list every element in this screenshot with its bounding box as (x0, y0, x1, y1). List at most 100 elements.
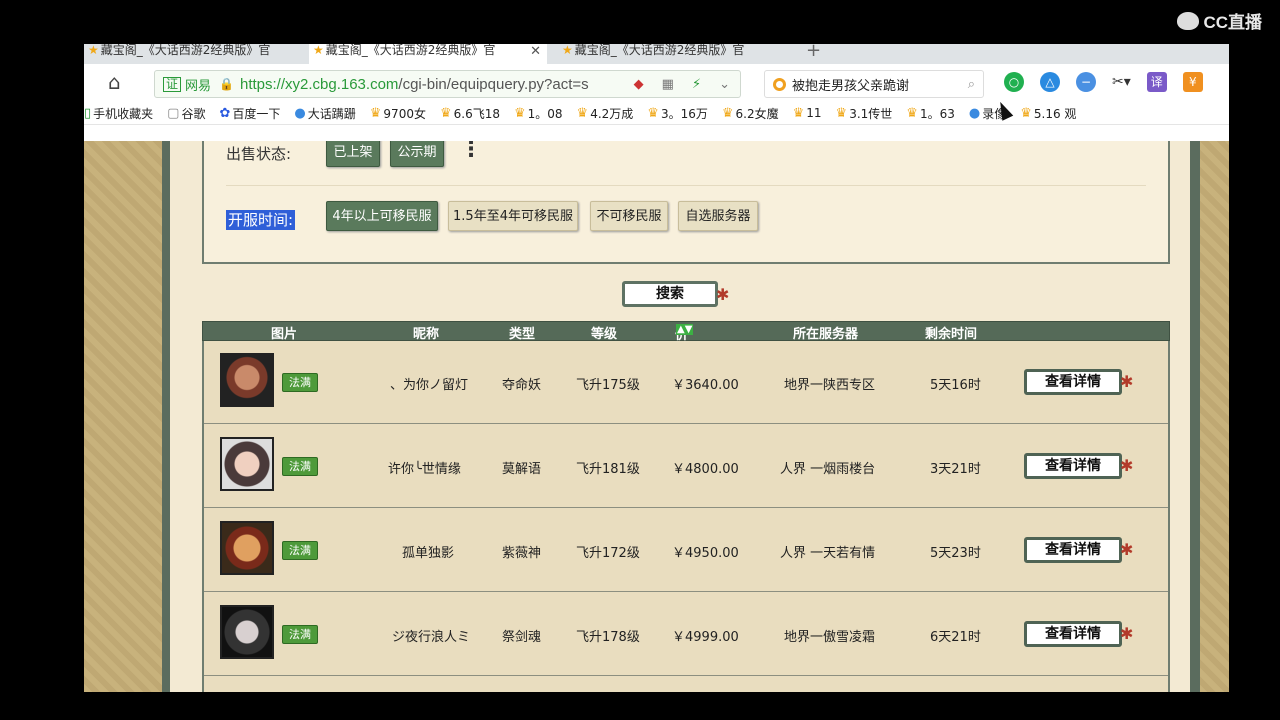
avatar[interactable] (220, 521, 274, 575)
row-remain: 3天21时 (930, 462, 981, 477)
tab-2[interactable]: ★ 藏宝阁_《大话西游2经典版》官 ✕ (309, 44, 547, 64)
filter-no-migrate-button[interactable]: 不可移民服 (590, 201, 668, 231)
more-options-icon[interactable]: ⋮ (460, 141, 482, 162)
view-details-button[interactable]: 查看详情 (1024, 621, 1122, 647)
tassel-icon: ✱ (1120, 624, 1134, 643)
new-tab-icon[interactable]: + (806, 44, 821, 61)
tab-label: 藏宝阁_《大话西游2经典版》官 (100, 44, 271, 57)
home-icon[interactable]: ⌂ (108, 72, 128, 92)
cert-badge: 证 (163, 76, 182, 92)
row-server: 地界一陕西专区 (784, 378, 876, 393)
url-bar[interactable]: 证 网易 🔒 https://xy2.cbg.163.com/cgi-bin/e… (154, 70, 741, 98)
header-nick: 昵称 (413, 327, 440, 342)
url-actions: ◆ ▦ ⚡ ⌄ (634, 77, 740, 92)
filter-4yr-button[interactable]: 4年以上可移民服 (326, 201, 438, 231)
row-nick: 、为你ノ留灯 (390, 378, 469, 393)
shield-icon[interactable]: ◆ (634, 77, 644, 92)
cc-live-logo: CC直播 (1177, 8, 1262, 33)
view-details-button[interactable]: 查看详情 (1024, 369, 1122, 395)
filter-listed-button[interactable]: 已上架 (326, 141, 380, 167)
row-remain: 5天16时 (930, 378, 981, 393)
page-icon: ▢ (167, 105, 180, 121)
bookmark-item[interactable]: ♛ 1。63 (906, 105, 955, 122)
lock-icon: 🔒 (219, 77, 234, 91)
view-details-button[interactable]: 查看详情 (1024, 453, 1122, 479)
filter-preview-button[interactable]: 公示期 (390, 141, 444, 167)
filter-1-5-4yr-button[interactable]: 1.5年至4年可移民服 (448, 201, 578, 231)
browser-window: ★ 藏宝阁_《大话西游2经典版》官 ★ 藏宝阁_《大话西游2经典版》官 ✕ ★ 藏宝阁_… (84, 44, 1229, 692)
header-pic: 图片 (271, 327, 298, 342)
row-level: 飞升178级 (576, 630, 640, 645)
tab-3[interactable]: ★ 藏宝阁_《大话西游2经典版》官 (558, 44, 796, 64)
open-time-label: 开服时间: (226, 209, 296, 230)
tassel-icon: ✱ (716, 285, 730, 304)
row-server: 人界 一烟雨楼台 (780, 462, 876, 477)
search-input[interactable]: 被抱走男孩父亲跪谢 (792, 75, 909, 94)
bookmark-item[interactable]: ▯ 手机收藏夹 (84, 105, 153, 122)
sort-arrows-icon[interactable]: ▲▼ (676, 324, 694, 335)
search-box[interactable]: 被抱走男孩父亲跪谢 ⌕ (764, 70, 984, 98)
table-row: 法满 许你╰世情缘 莫解语 飞升181级 ￥4800.00 人界 一烟雨楼台 3… (204, 425, 1168, 508)
scissors-icon[interactable]: ✂▾ (1112, 74, 1131, 90)
bookmark-item[interactable]: ♛ 3.1传世 (836, 105, 893, 122)
row-server: 人界 一天若有情 (780, 546, 876, 561)
minus-ext-icon[interactable]: − (1076, 72, 1096, 92)
shield-ext-icon[interactable]: ¥ (1182, 72, 1203, 92)
sale-status-label: 出售状态: (226, 145, 292, 163)
status-badge: 法满 (282, 541, 318, 560)
header-remain: 剩余时间 (925, 327, 978, 342)
avatar[interactable] (220, 437, 274, 491)
crown-icon: ♛ (835, 105, 848, 121)
extension-icons: ○ △ − ✂▾ 译 ¥ (1004, 72, 1203, 92)
table-row: 法满 ジ夜行浪人ミ 祭剑魂 飞升178级 ￥4999.00 地界一傲雪凌霜 6天… (204, 593, 1168, 676)
view-details-button[interactable]: 查看详情 (1024, 537, 1122, 563)
chevron-down-icon[interactable]: ⌄ (719, 77, 730, 92)
row-price: ￥4800.00 (672, 462, 739, 477)
bookmark-item[interactable]: ♛ 4.2万成 (577, 105, 634, 122)
header-level: 等级 (591, 327, 618, 342)
url-host: https://xy2.cbg.163.com (239, 75, 399, 93)
address-row: ⌂ 证 网易 🔒 https://xy2.cbg.163.com/cgi-bin… (84, 64, 1229, 102)
translate-ext-icon[interactable]: 译 (1146, 72, 1167, 92)
row-nick: 孤单独影 (402, 546, 455, 561)
row-nick: 许你╰世情缘 (388, 462, 461, 477)
bookmark-item[interactable]: ✿ 百度一下 (219, 105, 280, 122)
lightning-icon[interactable]: ⚡ (692, 77, 701, 92)
site-name: 网易 (185, 78, 212, 94)
bookmark-item[interactable]: ♛ 5.16 观 (1020, 105, 1076, 122)
row-price: ￥3640.00 (672, 378, 739, 393)
bookmark-item[interactable]: ● 大话蹒跚 (294, 105, 355, 122)
star-icon: ★ (88, 44, 99, 57)
results-table: 法满 、为你ノ留灯 夺命妖 飞升175级 ￥3640.00 地界一陕西专区 5天… (202, 341, 1170, 692)
bookmark-item[interactable]: ▢ 谷歌 (167, 105, 205, 122)
avatar[interactable] (220, 605, 274, 659)
table-row: 法满 孤单独影 紫薇神 飞升172级 ￥4950.00 人界 一天若有情 5天2… (204, 509, 1168, 592)
bookmark-item[interactable]: ♛ 11 (793, 106, 822, 121)
bookmark-item[interactable]: ♛ 1。08 (514, 105, 563, 122)
chat-ext-icon[interactable]: ○ (1004, 72, 1024, 92)
crown-icon: ♛ (369, 105, 382, 121)
bookmark-item[interactable]: ♛ 6.2女魔 (722, 105, 779, 122)
paw-icon (1177, 11, 1200, 30)
close-icon[interactable]: ✕ (530, 45, 541, 58)
page-content: 出售状态: 已上架 公示期 ⋮ 开服时间: 4年以上可移民服 1.5年至4年可移… (84, 141, 1229, 692)
bookmark-item[interactable]: ♛ 3。16万 (647, 105, 708, 122)
qr-icon[interactable]: ▦ (662, 77, 674, 92)
search-icon[interactable]: ⌕ (968, 77, 975, 92)
bookmark-item[interactable]: ♛ 6.6飞18 (440, 105, 500, 122)
game-icon: ● (294, 105, 306, 121)
bookmark-item[interactable]: ♛ 9700女 (370, 105, 426, 122)
tassel-icon: ✱ (1120, 372, 1134, 391)
triangle-ext-icon[interactable]: △ (1040, 72, 1060, 92)
table-row: 法满 、为你ノ留灯 夺命妖 飞升175级 ￥3640.00 地界一陕西专区 5天… (204, 341, 1168, 424)
row-server: 地界一傲雪凌霜 (784, 630, 876, 645)
open-time-label-text: 开服时间: (226, 210, 296, 230)
crown-icon: ♛ (439, 105, 452, 121)
search-button[interactable]: 搜索 (622, 281, 718, 307)
tab-1[interactable]: ★ 藏宝阁_《大话西游2经典版》官 (84, 44, 322, 64)
tab-label: 藏宝阁_《大话西游2经典版》官 (574, 44, 745, 57)
filter-custom-server-button[interactable]: 自选服务器 (678, 201, 758, 231)
tab-bar: ★ 藏宝阁_《大话西游2经典版》官 ★ 藏宝阁_《大话西游2经典版》官 ✕ ★ 藏宝阁_… (84, 44, 1229, 64)
avatar[interactable] (220, 353, 274, 407)
tassel-icon: ✱ (1120, 540, 1134, 559)
